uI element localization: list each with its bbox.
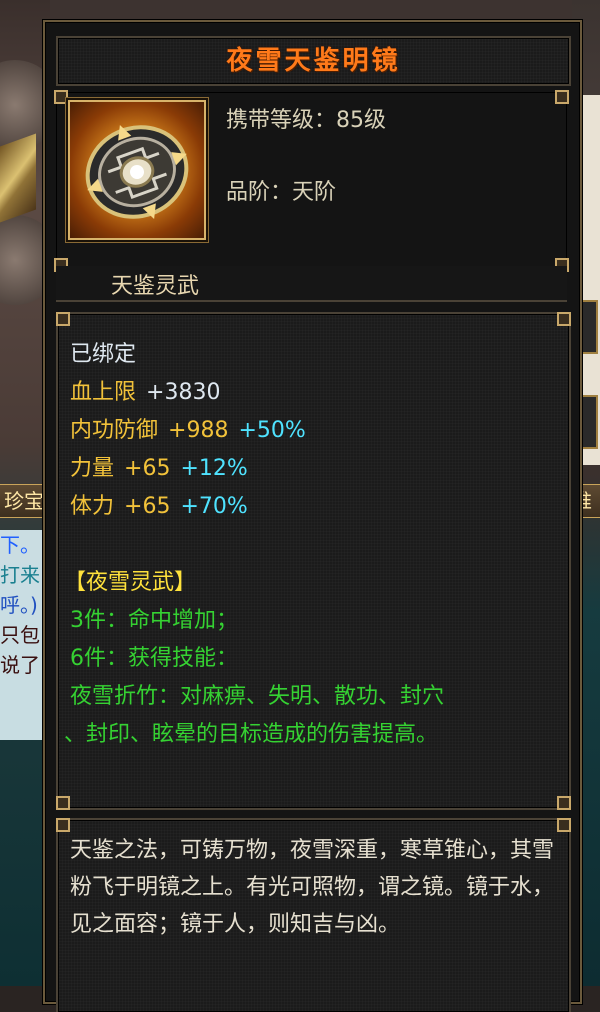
frame-corner [557,312,571,326]
item-type: 天鉴灵武 [111,274,200,299]
item-description: 天鉴之法，可铸万物，夜雪深重，寒草锥心，其雪粉飞于明镜之上。有光可照物，谓之镜。… [70,838,555,937]
stat-value: +65 [124,456,171,481]
stat-row: 内功防御 +988 +50% [70,412,306,444]
frame-corner [557,818,571,832]
stat-value: +65 [124,494,171,519]
stat-row: 力量 +65 +12% [70,450,248,482]
item-type-bar: 天鉴灵武 [56,266,567,302]
stat-name: 内功防御 [70,418,159,443]
stat-percent: +12% [180,456,248,481]
item-level-requirement: 携带等级：85级 [226,108,386,133]
stat-percent: +70% [180,494,248,519]
sword-icon [0,133,36,223]
stat-row: 体力 +65 +70% [70,488,248,520]
stat-name: 力量 [70,456,115,481]
mirror-artifact-icon [85,125,189,219]
item-title: 夜雪天鉴明镜 [226,46,401,76]
set-skill-line: 、封印、眩晕的目标造成的伤害提高。 [64,722,439,747]
stat-row: 血上限 +3830 [70,374,220,406]
stat-value: +3830 [146,380,221,405]
stat-name: 血上限 [70,380,137,405]
item-tooltip: 夜雪天鉴明镜 携带等级：85级 品阶：天阶 天鉴灵武 已绑定 血上限 +3830… [43,20,582,1012]
item-grade: 品阶：天阶 [226,180,337,205]
item-icon-frame [68,100,206,240]
frame-corner [557,796,571,810]
item-info-box: 携带等级：85级 品阶：天阶 [54,90,569,272]
set-bonus-6: 6件：获得技能： [70,646,238,671]
item-description-panel: 天鉴之法，可铸万物，夜雪深重，寒草锥心，其雪粉飞于明镜之上。有光可照物，谓之镜。… [56,818,571,1012]
frame-corner [56,818,70,832]
frame-corner [54,90,68,104]
set-bonus-3: 3件：命中增加； [70,608,238,633]
set-title: 【夜雪灵武】 [64,570,197,595]
tooltip-title-bar: 夜雪天鉴明镜 [56,36,571,86]
bound-status: 已绑定 [70,342,137,367]
stat-value: +988 [168,418,229,443]
frame-corner [56,312,70,326]
stat-percent: +50% [238,418,306,443]
frame-corner [555,90,569,104]
stat-name: 体力 [70,494,115,519]
set-skill-line: 夜雪折竹：对麻痹、失明、散功、封穴 [70,684,445,709]
frame-corner [56,796,70,810]
item-stats-panel: 已绑定 血上限 +3830 内功防御 +988 +50% 力量 +65 +12% 体力 +6… [56,312,571,810]
